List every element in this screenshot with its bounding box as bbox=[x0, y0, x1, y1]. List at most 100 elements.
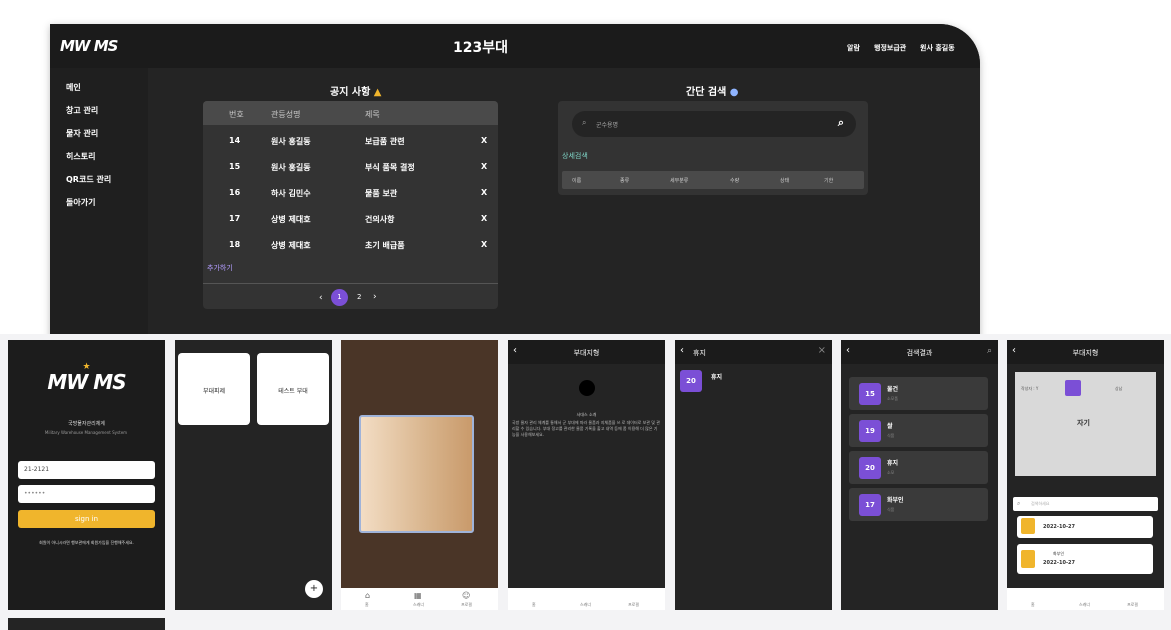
password-value: •••••• bbox=[24, 490, 46, 497]
list-item[interactable]: 2022-10-27 bbox=[1017, 516, 1153, 538]
row-name: 원사 홍길동 bbox=[271, 137, 311, 146]
list-item[interactable]: 화부인 2022-10-27 bbox=[1017, 544, 1153, 574]
nav-profile[interactable]: 프로필 bbox=[1127, 602, 1138, 608]
nav-home[interactable]: 홈 bbox=[1031, 602, 1035, 608]
id-field[interactable]: 21-2121 bbox=[18, 461, 155, 479]
app-subtitle: 국방물자관리체계 bbox=[68, 421, 105, 427]
unit-tile[interactable]: 부대피제 bbox=[178, 353, 250, 425]
selected-zone[interactable] bbox=[1065, 380, 1081, 396]
col-name: 관등성명 bbox=[271, 110, 301, 119]
sidebar-item-history[interactable]: 히스토리 bbox=[66, 151, 95, 162]
row-subject: 보급품 관련 bbox=[365, 137, 405, 146]
col-deadline: 기한 bbox=[824, 178, 834, 184]
next-page-button[interactable]: › bbox=[373, 292, 377, 302]
app-logo[interactable]: MW MS bbox=[60, 37, 118, 55]
quantity-badge: 19 bbox=[859, 420, 881, 442]
password-field[interactable]: •••••• bbox=[18, 485, 155, 503]
list-item[interactable]: 20 휴지 소모 bbox=[849, 451, 988, 484]
table-row[interactable]: 15 원사 홍길동 부식 품목 결정 X bbox=[203, 162, 498, 174]
profile-icon[interactable]: ☺ bbox=[462, 591, 470, 600]
search-icon[interactable]: ⌕ bbox=[987, 346, 992, 356]
box-icon bbox=[1021, 518, 1035, 534]
prev-page-button[interactable]: ‹ bbox=[319, 293, 323, 303]
detail-search-link[interactable]: 상세검색 bbox=[562, 151, 588, 161]
sidebar-item-warehouse[interactable]: 창고 관리 bbox=[66, 105, 98, 116]
list-item[interactable]: 17 화부인 식품 bbox=[849, 488, 988, 521]
page-title: 검색결과 bbox=[906, 349, 933, 357]
table-row[interactable]: 18 상병 제대호 초기 배급품 X bbox=[203, 240, 498, 252]
phone-unit-info: ‹ 부대지형 사대스 소개 국방 물자 관리 체계를 통해서 군 부대에 따라 … bbox=[508, 340, 665, 610]
add-unit-button[interactable]: + bbox=[305, 580, 323, 598]
phone-map: ‹ 부대지형 작성자 : Y 상남 자기 ⌕ 검색하세요 2022-10-27 … bbox=[1007, 340, 1164, 610]
nav-profile[interactable]: 프로필 bbox=[628, 602, 639, 608]
entry-date: 2022-10-27 bbox=[1043, 524, 1075, 530]
delete-button[interactable]: X bbox=[481, 162, 487, 171]
qr-icon[interactable]: ▦ bbox=[414, 591, 422, 600]
page-title: 부대지형 bbox=[1072, 349, 1099, 357]
nav-home[interactable]: 홈 bbox=[532, 602, 536, 608]
row-no: 14 bbox=[229, 136, 241, 145]
nav-profile[interactable]: 프로필 bbox=[461, 602, 472, 608]
home-icon[interactable]: ⌂ bbox=[365, 591, 370, 600]
row-name: 하사 김민수 bbox=[271, 189, 311, 198]
header: ‹ 휴지 × bbox=[675, 340, 832, 364]
nav-scanner[interactable]: 스캐너 bbox=[580, 602, 591, 608]
delete-button[interactable]: X bbox=[481, 240, 487, 249]
table-row[interactable]: 14 원사 홍길동 보급품 관련 X bbox=[203, 136, 498, 148]
bottom-nav: 홈 스캐너 프로필 bbox=[1007, 588, 1164, 610]
sidebar-item-main[interactable]: 메인 bbox=[66, 82, 81, 93]
row-name: 원사 홍길동 bbox=[271, 163, 311, 172]
sign-in-button[interactable]: sign in bbox=[18, 510, 155, 528]
unit-tile-label: 테스트 부대 bbox=[278, 388, 308, 395]
quantity-badge: 15 bbox=[859, 383, 881, 405]
quantity-badge: 17 bbox=[859, 494, 881, 516]
search-submit-icon[interactable]: ⌕ bbox=[838, 116, 844, 130]
sidebar-item-back[interactable]: 돌아가기 bbox=[66, 197, 95, 208]
close-icon[interactable]: × bbox=[818, 345, 826, 356]
table-row[interactable]: 17 상병 제대호 건의사항 X bbox=[203, 214, 498, 226]
delete-button[interactable]: X bbox=[481, 136, 487, 145]
phone-scanner: 홈 스캐너 프로필 ⌂ ▦ ☺ bbox=[341, 340, 498, 610]
item-category: 소모품 bbox=[887, 396, 899, 401]
signup-note: 회원이 아니시라면 행보관에게 회원가입을 진행해주세요. bbox=[39, 540, 134, 545]
item-name: 화부인 bbox=[887, 497, 904, 504]
item-name: 휴지 bbox=[887, 460, 899, 467]
col-subtype: 세부분류 bbox=[670, 178, 689, 184]
magnifier-icon: ● bbox=[729, 87, 739, 98]
delete-button[interactable]: X bbox=[481, 188, 487, 197]
table-row[interactable]: 16 하사 김민수 물품 보관 X bbox=[203, 188, 498, 200]
quick-search-title: 간단 검색 ● bbox=[686, 83, 739, 98]
delete-button[interactable]: X bbox=[481, 214, 487, 223]
back-icon[interactable]: ‹ bbox=[680, 345, 684, 356]
nav-scanner[interactable]: 스캐너 bbox=[1079, 602, 1090, 608]
sidebar-item-supplies[interactable]: 물자 관리 bbox=[66, 128, 98, 139]
item-category: 소모 bbox=[887, 470, 895, 475]
page-1-button[interactable]: 1 bbox=[331, 289, 348, 306]
topnav-role[interactable]: 행정보급관 bbox=[874, 43, 906, 53]
topnav-alarm[interactable]: 알람 bbox=[847, 43, 860, 53]
phone-units: 부대피제 테스트 부대 + bbox=[175, 340, 332, 610]
nav-scanner[interactable]: 스캐너 bbox=[413, 602, 424, 608]
nav-home[interactable]: 홈 bbox=[365, 602, 369, 608]
list-item[interactable]: 19 쌀 식품 bbox=[849, 414, 988, 447]
app-subtitle-en: Military Warehouse Management System bbox=[44, 430, 128, 435]
header: ‹ 부대지형 bbox=[1007, 340, 1164, 364]
map-area[interactable]: 작성자 : Y 상남 자기 bbox=[1015, 372, 1156, 476]
list-item[interactable]: 15 물건 소모품 bbox=[849, 377, 988, 410]
topnav-user[interactable]: 원사 홍길동 bbox=[920, 43, 955, 53]
entry-date: 2022-10-27 bbox=[1043, 560, 1075, 566]
col-subject: 제목 bbox=[365, 110, 380, 119]
add-notice-link[interactable]: 추가하기 bbox=[207, 263, 233, 273]
search-input[interactable]: ⌕ 검색하세요 bbox=[1013, 497, 1158, 511]
page-title: 부대지형 bbox=[573, 349, 600, 357]
item-category: 식품 bbox=[887, 433, 895, 438]
phone-login: ★ MW MS 국방물자관리체계 Military Warehouse Mana… bbox=[8, 340, 165, 610]
intro-body: 국방 물자 관리 체계를 통해서 군 부대에 따라 물품과 지체품을 쓰 로 데… bbox=[512, 420, 660, 437]
unit-title: 123부대 bbox=[453, 40, 508, 56]
sidebar-item-qr[interactable]: QR코드 관리 bbox=[66, 174, 111, 185]
page-2-button[interactable]: 2 bbox=[357, 293, 361, 301]
id-value: 21-2121 bbox=[24, 466, 50, 473]
result-table-header: 이름 종류 세부분류 수량 상태 기한 bbox=[562, 171, 864, 189]
search-input[interactable]: ⌕ 군수용명 ⌕ bbox=[572, 111, 856, 137]
unit-tile[interactable]: 테스트 부대 bbox=[257, 353, 329, 425]
